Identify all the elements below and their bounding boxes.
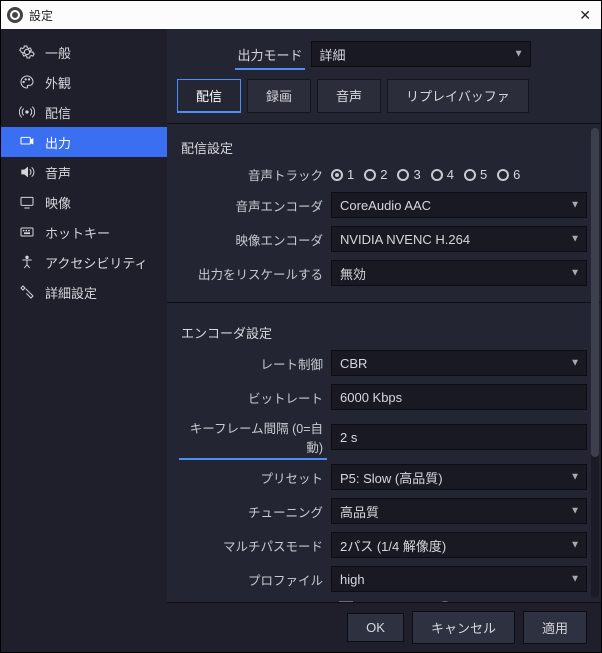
- sidebar-item-advanced[interactable]: 詳細設定: [1, 277, 167, 307]
- window-title: 設定: [29, 7, 575, 24]
- audio-track-2[interactable]: 2: [364, 167, 387, 182]
- chevron-down-icon: ▼: [570, 358, 580, 369]
- sidebar-item-label: ホットキー: [45, 223, 110, 242]
- profile-label: プロファイル: [181, 570, 331, 589]
- sidebar-item-general[interactable]: 一般: [1, 37, 167, 67]
- sidebar-item-label: 一般: [45, 43, 71, 62]
- tab-replay-buffer[interactable]: リプレイバッファ: [387, 79, 529, 113]
- audio-track-label: 音声トラック: [181, 165, 331, 184]
- accessibility-icon: [19, 254, 35, 270]
- multipass-label: マルチパスモード: [181, 536, 331, 555]
- keyframe-label: キーフレーム間隔 (0=自動): [181, 418, 331, 456]
- chevron-down-icon: ▼: [570, 268, 580, 279]
- rate-control-label: レート制御: [181, 354, 331, 373]
- chevron-down-icon: ▼: [570, 506, 580, 517]
- preset-label: プリセット: [181, 468, 331, 487]
- sidebar-item-output[interactable]: 出力: [1, 127, 167, 157]
- output-icon: [19, 134, 35, 150]
- tab-recording[interactable]: 録画: [247, 79, 311, 113]
- audio-track-1[interactable]: 1: [331, 167, 354, 182]
- output-tabs: 配信 録画 音声 リプレイバッファ: [167, 73, 601, 124]
- bitrate-input[interactable]: 6000 Kbps: [331, 384, 587, 410]
- audio-track-5[interactable]: 5: [464, 167, 487, 182]
- encoder-settings-title: エンコーダ設定: [181, 317, 587, 350]
- audio-track-4[interactable]: 4: [431, 167, 454, 182]
- multipass-select[interactable]: 2パス (1/4 解像度)▼: [331, 532, 587, 558]
- cancel-button[interactable]: キャンセル: [412, 611, 515, 644]
- audio-track-radios: 1 2 3 4 5 6: [331, 167, 587, 182]
- audio-encoder-label: 音声エンコーダ: [181, 196, 331, 215]
- dialog-footer: OK キャンセル 適用: [167, 602, 601, 652]
- sidebar-item-label: 外観: [45, 73, 71, 92]
- display-icon: [19, 194, 35, 210]
- chevron-down-icon: ▼: [570, 540, 580, 551]
- chevron-down-icon: ▼: [570, 574, 580, 585]
- ok-button[interactable]: OK: [347, 613, 404, 642]
- audio-track-3[interactable]: 3: [397, 167, 420, 182]
- gear-icon: [19, 44, 35, 60]
- sidebar-item-label: 映像: [45, 193, 71, 212]
- tuning-label: チューニング: [181, 502, 331, 521]
- video-encoder-select[interactable]: NVIDIA NVENC H.264▼: [331, 226, 587, 252]
- profile-select[interactable]: high▼: [331, 566, 587, 592]
- chevron-down-icon: ▼: [514, 49, 524, 60]
- chevron-down-icon: ▼: [570, 200, 580, 211]
- chevron-down-icon: ▼: [570, 472, 580, 483]
- sidebar-item-label: アクセシビリティ: [45, 253, 148, 272]
- sidebar: 一般 外観 配信 出力 音声 映像: [1, 29, 167, 652]
- sidebar-item-accessibility[interactable]: アクセシビリティ: [1, 247, 167, 277]
- rescale-label: 出力をリスケールする: [181, 264, 331, 283]
- sidebar-item-label: 音声: [45, 163, 71, 182]
- sidebar-item-label: 配信: [45, 103, 71, 122]
- scrollbar-thumb[interactable]: [591, 128, 599, 457]
- lookahead-checkbox[interactable]: [339, 601, 353, 603]
- sidebar-item-appearance[interactable]: 外観: [1, 67, 167, 97]
- highlight-underline: [235, 68, 304, 70]
- streaming-settings-title: 配信設定: [181, 132, 587, 165]
- output-mode-select[interactable]: 詳細 ▼: [311, 41, 531, 67]
- speaker-icon: [19, 164, 35, 180]
- audio-track-6[interactable]: 6: [497, 167, 520, 182]
- broadcast-icon: [19, 104, 35, 120]
- section-divider: [167, 302, 601, 303]
- sidebar-item-label: 出力: [45, 133, 71, 152]
- sidebar-item-stream[interactable]: 配信: [1, 97, 167, 127]
- help-icon[interactable]: ?: [438, 601, 452, 603]
- output-mode-label: 出力モード: [237, 45, 302, 64]
- close-icon[interactable]: ✕: [575, 7, 595, 24]
- titlebar: 設定 ✕: [1, 1, 601, 29]
- scrollbar[interactable]: [591, 128, 599, 598]
- lookahead-label: Look-ahead: [361, 600, 430, 602]
- sidebar-item-hotkeys[interactable]: ホットキー: [1, 217, 167, 247]
- app-logo-icon: [7, 7, 23, 23]
- paint-icon: [19, 74, 35, 90]
- preset-select[interactable]: P5: Slow (高品質)▼: [331, 464, 587, 490]
- keyboard-icon: [19, 224, 35, 240]
- tab-streaming[interactable]: 配信: [177, 79, 241, 113]
- bitrate-label: ビットレート: [181, 388, 331, 407]
- rescale-select[interactable]: 無効▼: [331, 260, 587, 286]
- tuning-select[interactable]: 高品質▼: [331, 498, 587, 524]
- audio-encoder-select[interactable]: CoreAudio AAC▼: [331, 192, 587, 218]
- sidebar-item-audio[interactable]: 音声: [1, 157, 167, 187]
- tools-icon: [19, 284, 35, 300]
- sidebar-item-label: 詳細設定: [45, 283, 97, 302]
- tab-audio[interactable]: 音声: [317, 79, 381, 113]
- rate-control-select[interactable]: CBR▼: [331, 350, 587, 376]
- apply-button[interactable]: 適用: [523, 611, 587, 644]
- highlight-underline: [179, 458, 327, 460]
- sidebar-item-video[interactable]: 映像: [1, 187, 167, 217]
- keyframe-input[interactable]: 2 s: [331, 424, 587, 450]
- video-encoder-label: 映像エンコーダ: [181, 230, 331, 249]
- chevron-down-icon: ▼: [570, 234, 580, 245]
- output-mode-value: 詳細: [320, 45, 346, 64]
